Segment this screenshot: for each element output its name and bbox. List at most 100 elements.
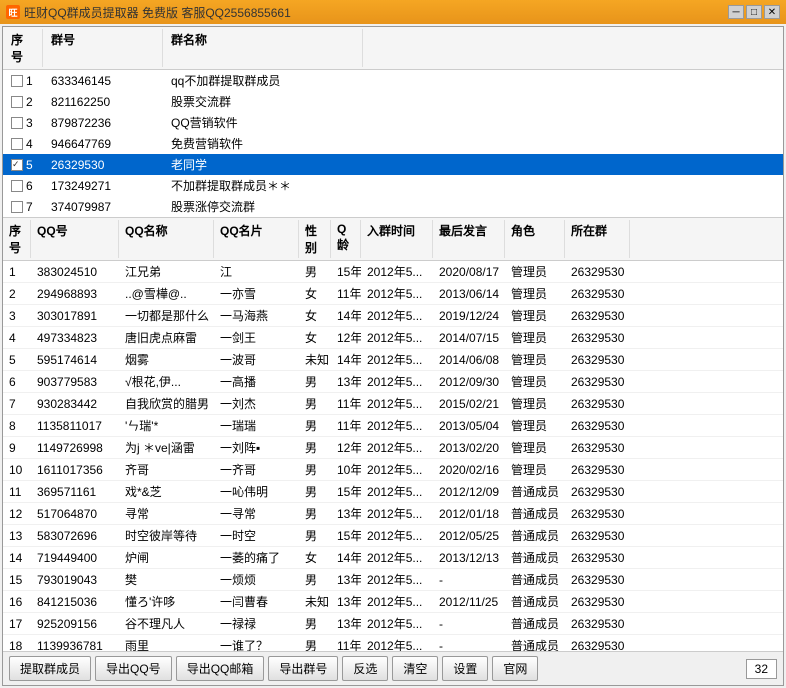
member-row[interactable]: 18 1139936781 雨里 一谁了？ 男 11年 2012年5... - … bbox=[3, 635, 783, 651]
m-card: 一谁了？ bbox=[214, 636, 299, 651]
group-row[interactable]: 4 946647769 免费营销软件 bbox=[3, 133, 783, 154]
member-row[interactable]: 16 841215036 懂ろ'许哆 一闫曹春 未知 13年 2012年5...… bbox=[3, 591, 783, 613]
title-bar: 旺 旺财QQ群成员提取器 免费版 客服QQ2556855661 ─ □ ✕ bbox=[0, 0, 786, 24]
group-number: 821162250 bbox=[43, 94, 163, 110]
m-age: 11年 bbox=[331, 394, 361, 413]
member-row[interactable]: 13 583072696 时空彼岸等待 一时空 男 15年 2012年5... … bbox=[3, 525, 783, 547]
m-card: 一萎的痛了 bbox=[214, 548, 299, 567]
group-number: 374079987 bbox=[43, 199, 163, 215]
member-row[interactable]: 15 793019043 樊 一烦烦 男 13年 2012年5... - 普通成… bbox=[3, 569, 783, 591]
m-no: 10 bbox=[3, 462, 31, 478]
clear-button[interactable]: 清空 bbox=[392, 656, 438, 681]
export-qq-button[interactable]: 导出QQ号 bbox=[95, 656, 172, 681]
maximize-button[interactable]: □ bbox=[746, 5, 762, 19]
member-row[interactable]: 9 1149726998 为j ＊ve|涵雷 一刘阵▪ 男 12年 2012年5… bbox=[3, 437, 783, 459]
member-row[interactable]: 11 369571161 戏*&芝 一吣伟明 男 15年 2012年5... 2… bbox=[3, 481, 783, 503]
m-role: 管理员 bbox=[505, 350, 565, 369]
m-age: 12年 bbox=[331, 328, 361, 347]
m-gender: 女 bbox=[299, 548, 331, 567]
group-checkbox[interactable]: ✓ bbox=[11, 159, 23, 171]
group-name: QQ营销软件 bbox=[163, 113, 783, 132]
m-card: 一刘阵▪ bbox=[214, 438, 299, 457]
group-number: 633346145 bbox=[43, 73, 163, 89]
close-button[interactable]: ✕ bbox=[764, 5, 780, 19]
group-seq: 1 bbox=[3, 73, 43, 89]
m-qq: 303017891 bbox=[31, 308, 119, 324]
settings-button[interactable]: 设置 bbox=[442, 656, 488, 681]
m-ingroup: 26329530 bbox=[565, 594, 630, 610]
member-row[interactable]: 14 719449400 炉闸 一萎的痛了 女 14年 2012年5... 20… bbox=[3, 547, 783, 569]
minimize-button[interactable]: ─ bbox=[728, 5, 744, 19]
member-rows: 1 383024510 江兄弟 江 男 15年 2012年5... 2020/0… bbox=[3, 261, 783, 651]
member-row[interactable]: 5 595174614 烟雾 一波哥 未知 14年 2012年5... 2014… bbox=[3, 349, 783, 371]
member-row[interactable]: 2 294968893 ..@雪樺@.. 一亦雪 女 11年 2012年5...… bbox=[3, 283, 783, 305]
m-card: 一波哥 bbox=[214, 350, 299, 369]
member-row[interactable]: 10 1611017356 齐哥 一齐哥 男 10年 2012年5... 202… bbox=[3, 459, 783, 481]
invert-button[interactable]: 反选 bbox=[342, 656, 388, 681]
m-qq: 294968893 bbox=[31, 286, 119, 302]
m-ingroup: 26329530 bbox=[565, 572, 630, 588]
group-id: 5 bbox=[26, 158, 33, 172]
m-qq: 383024510 bbox=[31, 264, 119, 280]
group-seq: 7 bbox=[3, 199, 43, 215]
m-join: 2012年5... bbox=[361, 416, 433, 435]
member-row[interactable]: 6 903779583 √根花,伊... 一高播 男 13年 2012年5...… bbox=[3, 371, 783, 393]
group-table: 序号 群号 群名称 1 633346145 qq不加群提取群成员 2 82116… bbox=[3, 27, 783, 218]
m-join: 2012年5... bbox=[361, 372, 433, 391]
mh-card: QQ名片 bbox=[214, 220, 299, 258]
m-gender: 男 bbox=[299, 460, 331, 479]
m-no: 2 bbox=[3, 286, 31, 302]
member-row[interactable]: 1 383024510 江兄弟 江 男 15年 2012年5... 2020/0… bbox=[3, 261, 783, 283]
group-row[interactable]: 2 821162250 股票交流群 bbox=[3, 91, 783, 112]
m-age: 15年 bbox=[331, 262, 361, 281]
group-number: 879872236 bbox=[43, 115, 163, 131]
m-no: 4 bbox=[3, 330, 31, 346]
m-qq: 1611017356 bbox=[31, 462, 119, 478]
member-row[interactable]: 8 1135811017 'ㄣ瑞'* 一瑞瑞 男 11年 2012年5... 2… bbox=[3, 415, 783, 437]
export-email-button[interactable]: 导出QQ邮箱 bbox=[176, 656, 265, 681]
export-group-button[interactable]: 导出群号 bbox=[268, 656, 338, 681]
m-gender: 女 bbox=[299, 328, 331, 347]
mh-ingroup: 所在群 bbox=[565, 220, 630, 258]
m-age: 13年 bbox=[331, 592, 361, 611]
m-card: 一剑王 bbox=[214, 328, 299, 347]
member-row[interactable]: 7 930283442 自我欣赏的腊男 一刘杰 男 11年 2012年5... … bbox=[3, 393, 783, 415]
m-qq: 841215036 bbox=[31, 594, 119, 610]
group-checkbox[interactable] bbox=[11, 75, 23, 87]
m-qq: 369571161 bbox=[31, 484, 119, 500]
m-gender: 男 bbox=[299, 262, 331, 281]
m-last: 2012/09/30 bbox=[433, 374, 505, 390]
group-row[interactable]: 6 173249271 不加群提取群成员＊＊ bbox=[3, 175, 783, 196]
group-id: 1 bbox=[26, 74, 33, 88]
group-checkbox[interactable] bbox=[11, 180, 23, 192]
official-button[interactable]: 官网 bbox=[492, 656, 538, 681]
group-row[interactable]: 3 879872236 QQ营销软件 bbox=[3, 112, 783, 133]
group-checkbox[interactable] bbox=[11, 96, 23, 108]
group-row[interactable]: 1 633346145 qq不加群提取群成员 bbox=[3, 70, 783, 91]
group-checkbox[interactable] bbox=[11, 117, 23, 129]
group-row[interactable]: ✓ 5 26329530 老同学 bbox=[3, 154, 783, 175]
group-row[interactable]: 7 374079987 股票涨停交流群 bbox=[3, 196, 783, 217]
mh-qqname: QQ名称 bbox=[119, 220, 214, 258]
m-gender: 女 bbox=[299, 284, 331, 303]
m-age: 11年 bbox=[331, 284, 361, 303]
m-ingroup: 26329530 bbox=[565, 616, 630, 632]
m-role: 管理员 bbox=[505, 372, 565, 391]
member-row[interactable]: 12 517064870 寻常 一寻常 男 13年 2012年5... 2012… bbox=[3, 503, 783, 525]
m-age: 13年 bbox=[331, 614, 361, 633]
m-qqname: 谷不理凡人 bbox=[119, 614, 214, 633]
m-role: 管理员 bbox=[505, 328, 565, 347]
member-row[interactable]: 17 925209156 谷不理凡人 一禄禄 男 13年 2012年5... -… bbox=[3, 613, 783, 635]
mh-gender: 性别 bbox=[299, 220, 331, 258]
extract-button[interactable]: 提取群成员 bbox=[9, 656, 91, 681]
group-name: 股票涨停交流群 bbox=[163, 197, 783, 216]
member-row[interactable]: 3 303017891 一切都是那什么 一马海燕 女 14年 2012年5...… bbox=[3, 305, 783, 327]
member-row[interactable]: 4 497334823 唐旧虎点麻雷 一剑王 女 12年 2012年5... 2… bbox=[3, 327, 783, 349]
m-ingroup: 26329530 bbox=[565, 638, 630, 652]
group-checkbox[interactable] bbox=[11, 138, 23, 150]
m-join: 2012年5... bbox=[361, 592, 433, 611]
group-checkbox[interactable] bbox=[11, 201, 23, 213]
group-table-header: 序号 群号 群名称 bbox=[3, 27, 783, 70]
m-qq: 595174614 bbox=[31, 352, 119, 368]
m-age: 12年 bbox=[331, 438, 361, 457]
